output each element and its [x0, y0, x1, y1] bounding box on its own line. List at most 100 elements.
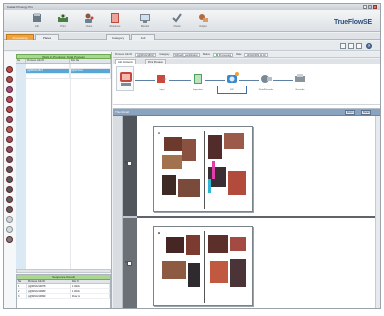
status-grey-icon[interactable]	[6, 206, 13, 213]
status-purple-icon[interactable]	[6, 86, 13, 93]
column-header[interactable]: No	[16, 59, 26, 63]
status-grey-icon[interactable]	[6, 196, 13, 203]
main-toolbar: Job Print Users Resource Monitor Check O…	[4, 10, 380, 32]
workflow-connector	[205, 80, 225, 81]
workflow-node-recorder[interactable]	[293, 72, 307, 88]
photo-thumbnail	[166, 237, 184, 253]
window-title: Kodak Prinergy Pro	[7, 5, 34, 9]
toolbar-print-button[interactable]: Print	[56, 12, 70, 30]
job-icon	[33, 13, 41, 22]
workflow-divider	[113, 104, 380, 105]
window-controls: _ □ ×	[363, 5, 377, 9]
list-item[interactable]: 3 p@W10210999 Flow m	[17, 294, 110, 299]
status-grey-icon[interactable]	[6, 236, 13, 243]
workflow-label: Recorder	[295, 89, 305, 91]
status-grey-icon[interactable]	[6, 156, 13, 163]
preview-row-strip	[123, 116, 137, 308]
toolbar-output-button[interactable]: Output	[196, 12, 210, 30]
page-spine	[204, 131, 205, 209]
output-icon	[199, 14, 208, 22]
wip-table: p@W1021817 p@s15mm	[16, 64, 111, 269]
tab-plates[interactable]: Plates	[35, 34, 59, 40]
tab-job[interactable]: Job	[131, 34, 155, 40]
page-spread-thumbnail[interactable]: B	[153, 226, 253, 306]
row-separator	[137, 216, 380, 218]
workflow-connector	[135, 80, 155, 81]
job-list-panel: Work in Progress: Total Process No Proce…	[4, 52, 112, 308]
plate-recorder-icon	[261, 75, 272, 83]
photo-thumbnail	[230, 237, 246, 251]
sequence-result-panel: Sequence Result No Process Job ID File N…	[16, 274, 111, 308]
workflow-connector	[239, 80, 259, 81]
imposition-icon	[194, 74, 202, 84]
toolbar-users-button[interactable]: Users	[82, 12, 96, 30]
date-label: Date	[236, 53, 242, 56]
table-row[interactable]	[16, 74, 111, 79]
status-red-icon[interactable]	[6, 96, 13, 103]
column-header[interactable]: Process Job ID	[26, 59, 70, 63]
toolbar-resource-button[interactable]: Resource	[108, 12, 122, 30]
row-number-column	[16, 79, 26, 269]
workflow-node-imposition[interactable]	[191, 72, 205, 88]
tab-category[interactable]: Category	[106, 34, 130, 40]
tab-processing[interactable]: Processing	[6, 34, 34, 40]
status-red-icon[interactable]	[6, 136, 13, 143]
photo-thumbnail	[210, 261, 228, 283]
status-empty-icon[interactable]	[6, 226, 13, 233]
status-red-icon[interactable]	[6, 106, 13, 113]
vertical-scrollbar[interactable]	[375, 116, 380, 308]
date-value: 10/02/2009 11:40	[244, 52, 268, 57]
column-divider	[70, 64, 71, 269]
close-button[interactable]: ×	[373, 5, 377, 9]
status-grey-icon[interactable]	[6, 166, 13, 173]
toolbar-job-button[interactable]: Job	[30, 12, 44, 30]
workflow-node-input[interactable]	[155, 72, 169, 88]
row-checkbox[interactable]	[127, 161, 132, 166]
rip-icon	[227, 72, 239, 83]
status-purple-icon[interactable]	[6, 146, 13, 153]
workflow-label: Imposition	[193, 89, 203, 91]
list-view-icon[interactable]	[348, 43, 354, 49]
help-icon[interactable]: ?	[366, 43, 372, 49]
zoom-button[interactable]: Zoom	[345, 110, 356, 115]
workflow-connector	[273, 80, 293, 81]
process-id-value: p@W10218817	[134, 52, 157, 57]
input-icon	[157, 75, 167, 83]
thumbnail-header: Thumbnail Zoom Detail	[113, 109, 380, 116]
status-purple-icon[interactable]	[6, 116, 13, 123]
photo-thumbnail	[208, 135, 222, 159]
status-empty-icon[interactable]	[6, 216, 13, 223]
workflow-label: Input	[159, 89, 165, 91]
workflow-start-node[interactable]	[116, 66, 134, 91]
status-label: Status	[202, 53, 210, 56]
page-spread-thumbnail[interactable]: A	[153, 126, 253, 212]
settings-icon[interactable]	[356, 43, 362, 49]
maximize-button[interactable]: □	[368, 5, 372, 9]
recorder-icon	[295, 74, 305, 82]
process-id-label: Process Job ID	[115, 53, 132, 56]
status-red-icon[interactable]	[6, 76, 13, 83]
photo-thumbnail	[188, 263, 200, 287]
page-spine	[204, 231, 205, 303]
minimize-button[interactable]: _	[363, 5, 367, 9]
horizontal-scrollbar[interactable]	[16, 269, 111, 273]
workflow-node-plate-recorder[interactable]	[259, 72, 273, 88]
users-icon	[85, 13, 94, 23]
status-grey-icon[interactable]	[6, 186, 13, 193]
secondary-toolbar: ?	[4, 41, 380, 51]
status-red-icon[interactable]	[6, 126, 13, 133]
toolbar-check-button[interactable]: Check	[170, 12, 184, 30]
selection-marker	[212, 161, 215, 179]
workflow-diagram: Input Imposition RIP Plate/Recorder Reco…	[113, 64, 380, 109]
status-grey-icon[interactable]	[6, 176, 13, 183]
job-info-bar: Process Job ID p@W10218817 Category WFlo…	[113, 52, 380, 58]
toolbar-monitor-button[interactable]: Monitor	[138, 12, 152, 30]
grid-view-icon[interactable]	[340, 43, 346, 49]
detail-button[interactable]: Detail	[361, 110, 372, 115]
row-checkbox[interactable]	[127, 261, 132, 266]
status-red-icon[interactable]	[6, 66, 13, 73]
column-header[interactable]: File Na	[70, 59, 111, 63]
category-value: WFlow6_workflowlist	[172, 52, 200, 57]
photo-thumbnail	[164, 137, 182, 151]
thumbnail-title: Thumbnail	[115, 110, 130, 114]
